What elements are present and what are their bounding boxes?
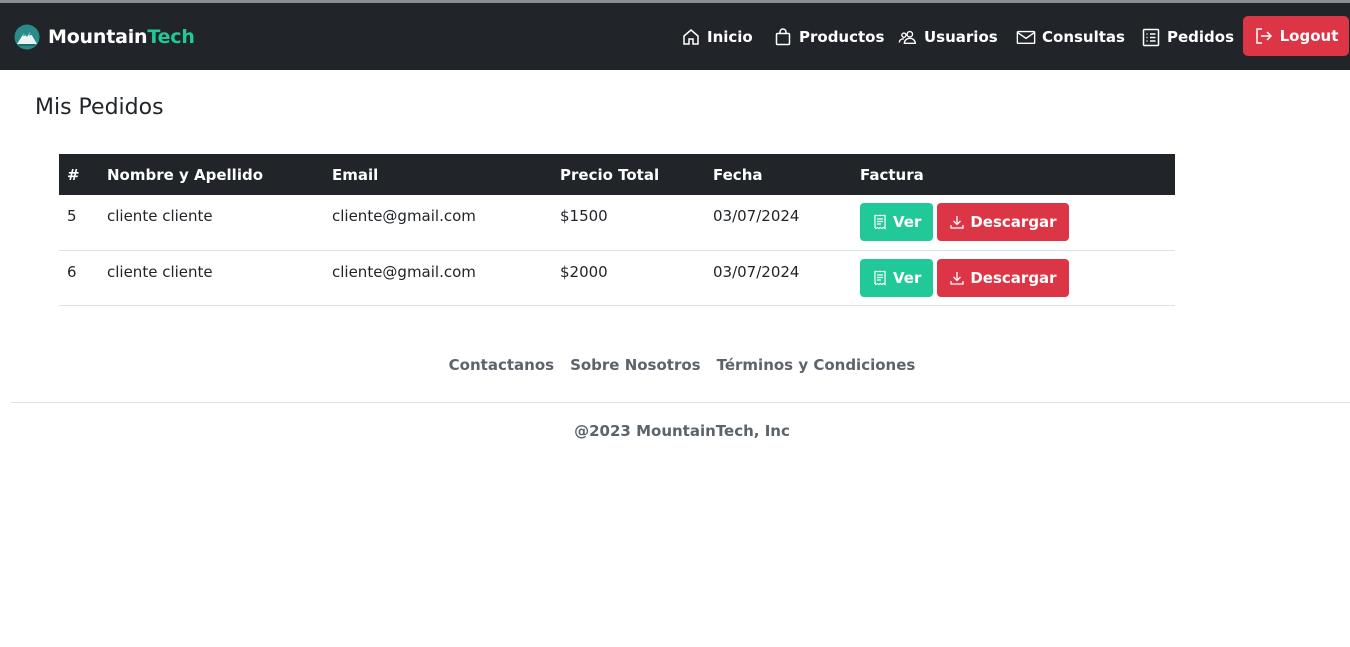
cell-order-id: 6 bbox=[59, 250, 99, 306]
list-icon bbox=[1142, 28, 1160, 47]
cell-total: $2000 bbox=[552, 250, 705, 306]
column-header-email: Email bbox=[324, 154, 552, 195]
table-row: 6 cliente cliente cliente@gmail.com $200… bbox=[59, 250, 1175, 306]
download-invoice-button[interactable]: Descargar bbox=[937, 258, 1069, 297]
page-title: Mis Pedidos bbox=[35, 95, 164, 120]
column-header-invoice: Factura bbox=[852, 154, 1175, 195]
column-header-name: Nombre y Apellido bbox=[99, 154, 324, 195]
footer-link-contact[interactable]: Contactanos bbox=[449, 356, 554, 374]
cell-date: 03/07/2024 bbox=[705, 195, 852, 251]
nav-item-pedidos[interactable]: Pedidos bbox=[1141, 23, 1234, 51]
cell-date: 03/07/2024 bbox=[705, 250, 852, 306]
nav-item-inicio[interactable]: Inicio bbox=[681, 23, 753, 51]
download-icon bbox=[950, 216, 965, 229]
cell-total: $1500 bbox=[552, 195, 705, 251]
orders-table: # Nombre y Apellido Email Precio Total F… bbox=[59, 154, 1175, 306]
envelope-icon bbox=[1016, 30, 1036, 45]
column-header-total: Precio Total bbox=[552, 154, 705, 195]
table-row: 5 cliente cliente cliente@gmail.com $150… bbox=[59, 195, 1175, 251]
cell-invoice-actions: Ver Descargar bbox=[852, 195, 1175, 251]
brand[interactable]: MountainTech bbox=[14, 24, 195, 50]
download-icon bbox=[950, 271, 965, 285]
logout-icon bbox=[1255, 28, 1272, 44]
nav-item-label: Consultas bbox=[1042, 28, 1125, 46]
view-invoice-label: Ver bbox=[893, 268, 922, 287]
house-icon bbox=[683, 29, 699, 45]
cell-order-id: 5 bbox=[59, 195, 99, 251]
bag-icon bbox=[775, 28, 791, 46]
nav-item-label: Inicio bbox=[707, 28, 753, 46]
people-icon bbox=[898, 30, 916, 45]
receipt-icon bbox=[874, 214, 886, 230]
column-header-number: # bbox=[59, 154, 99, 195]
view-invoice-label: Ver bbox=[893, 213, 922, 231]
footer-divider bbox=[11, 402, 1350, 403]
table-body: 5 cliente cliente cliente@gmail.com $150… bbox=[59, 195, 1175, 306]
logout-label: Logout bbox=[1279, 27, 1339, 45]
download-invoice-label: Descargar bbox=[970, 213, 1057, 231]
view-invoice-button[interactable]: Ver bbox=[860, 258, 934, 297]
copyright-text: @2023 MountainTech, Inc bbox=[574, 422, 790, 440]
cell-customer-name: cliente cliente bbox=[99, 195, 324, 251]
top-navbar: MountainTech Inicio Productos Usuarios C… bbox=[0, 3, 1350, 70]
nav-item-productos[interactable]: Productos bbox=[773, 23, 884, 51]
cell-invoice-actions: Ver Descargar bbox=[852, 250, 1175, 306]
table-header: # Nombre y Apellido Email Precio Total F… bbox=[59, 154, 1175, 195]
cell-email: cliente@gmail.com bbox=[324, 250, 552, 306]
footer-link-terms[interactable]: Términos y Condiciones bbox=[717, 356, 916, 374]
receipt-icon bbox=[874, 270, 886, 286]
cell-customer-name: cliente cliente bbox=[99, 250, 324, 306]
brand-name: MountainTech bbox=[48, 26, 195, 48]
table-header-row: # Nombre y Apellido Email Precio Total F… bbox=[59, 154, 1175, 195]
logout-button[interactable]: Logout bbox=[1243, 16, 1349, 56]
footer-links: Contactanos Sobre Nosotros Términos y Co… bbox=[0, 356, 1350, 374]
nav-item-label: Productos bbox=[799, 28, 885, 46]
download-invoice-label: Descargar bbox=[970, 268, 1057, 287]
footer-link-about[interactable]: Sobre Nosotros bbox=[570, 356, 701, 374]
nav-item-consultas[interactable]: Consultas bbox=[1016, 23, 1125, 51]
nav-item-label: Usuarios bbox=[924, 28, 998, 46]
view-invoice-button[interactable]: Ver bbox=[860, 203, 934, 241]
cell-email: cliente@gmail.com bbox=[324, 195, 552, 251]
nav-item-usuarios[interactable]: Usuarios bbox=[898, 23, 998, 51]
nav-item-label: Pedidos bbox=[1167, 28, 1235, 46]
mountain-logo-icon bbox=[14, 24, 40, 50]
download-invoice-button[interactable]: Descargar bbox=[937, 203, 1069, 241]
brand-name-accent: Tech bbox=[147, 26, 195, 48]
brand-name-main: Mountain bbox=[48, 26, 148, 48]
column-header-date: Fecha bbox=[705, 154, 852, 195]
